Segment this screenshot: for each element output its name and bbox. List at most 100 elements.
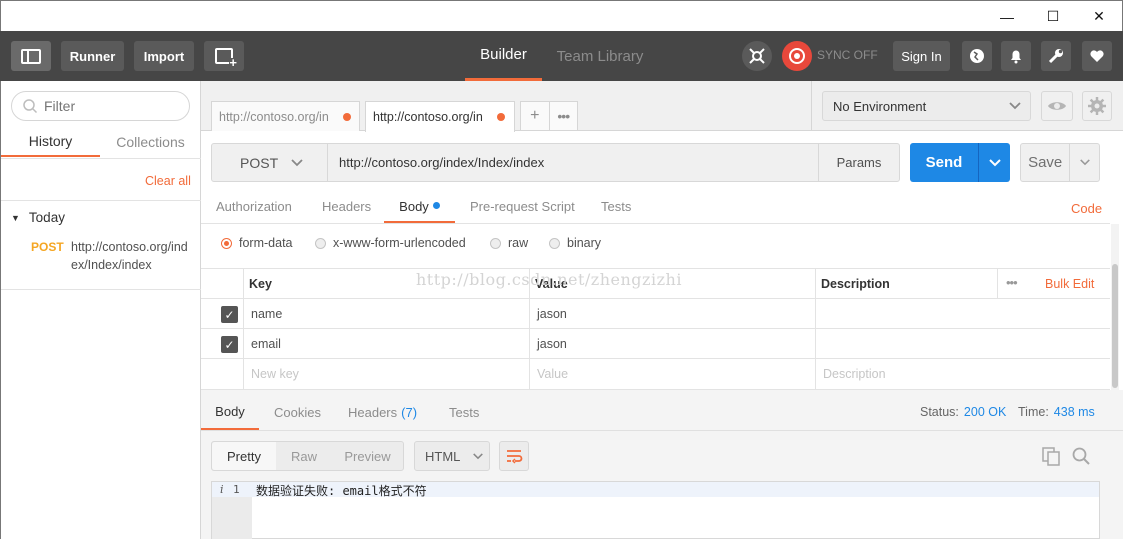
response-tab-headers[interactable]: Headers (7)	[348, 405, 417, 420]
table-row: ✓ name jason	[201, 299, 1110, 329]
tab-team-library[interactable]: Team Library	[552, 31, 648, 81]
send-button[interactable]: Send	[910, 143, 979, 182]
radio-unselected-icon	[549, 237, 560, 249]
response-tab-cookies[interactable]: Cookies	[274, 405, 321, 420]
time-value: 438 ms	[1053, 405, 1095, 419]
row-key[interactable]: name	[251, 307, 282, 321]
tab-pre-request-script[interactable]: Pre-request Script	[470, 199, 575, 214]
sync-icon	[789, 48, 805, 64]
row-value[interactable]: jason	[537, 337, 567, 351]
row-key[interactable]: email	[251, 337, 281, 351]
subtabs-divider	[201, 223, 1110, 224]
sign-in-button[interactable]: Sign In	[893, 41, 950, 71]
minimize-button[interactable]: —	[984, 1, 1030, 32]
new-key-input[interactable]: New key	[251, 367, 299, 381]
sync-status-button[interactable]	[782, 41, 812, 71]
row-enabled-checkbox[interactable]: ✓	[221, 336, 238, 353]
tab-headers[interactable]: Headers	[322, 199, 371, 214]
tab-tests[interactable]: Tests	[601, 199, 631, 214]
history-item[interactable]: POST http://contoso.org/index/Index/inde…	[1, 231, 201, 289]
request-tab-label: http://contoso.org/in	[373, 110, 483, 124]
code-link[interactable]: Code	[1071, 201, 1102, 216]
import-button[interactable]: Import	[134, 41, 194, 71]
globe-icon	[970, 49, 984, 63]
tab-builder[interactable]: Builder	[465, 31, 542, 81]
close-button[interactable]: ✕	[1076, 1, 1122, 32]
response-headers-count: (7)	[401, 405, 418, 420]
sidebar-divider	[1, 200, 201, 201]
maximize-button[interactable]: ☐	[1030, 1, 1076, 32]
view-mode-raw[interactable]: Raw	[276, 442, 332, 470]
search-response-button[interactable]	[1071, 446, 1091, 469]
row-value[interactable]: jason	[537, 307, 567, 321]
more-tabs-icon[interactable]: •••	[550, 102, 578, 130]
radio-raw[interactable]: raw	[490, 236, 528, 250]
tab-authorization[interactable]: Authorization	[216, 199, 292, 214]
environment-quick-look-button[interactable]	[1041, 91, 1073, 121]
method-select[interactable]: POST	[211, 143, 328, 182]
request-scrollbar[interactable]	[1111, 224, 1119, 390]
response-tab-body[interactable]: Body	[201, 395, 259, 430]
heart-icon	[1090, 50, 1104, 62]
tab-actions: + •••	[520, 101, 578, 131]
request-tab[interactable]: http://contoso.org/in	[211, 101, 360, 131]
sync-status-label: SYNC OFF	[817, 48, 878, 62]
bulk-edit-link[interactable]: Bulk Edit	[1045, 277, 1094, 291]
send-options-button[interactable]	[979, 143, 1010, 182]
notifications-button[interactable]	[1001, 41, 1031, 71]
more-options-icon[interactable]: •••	[1006, 275, 1018, 290]
save-options-button[interactable]	[1070, 144, 1099, 181]
format-select[interactable]: HTML	[414, 441, 490, 471]
gear-icon	[1088, 97, 1106, 115]
wrench-icon	[1048, 49, 1063, 64]
copy-button[interactable]	[1041, 446, 1061, 469]
params-button[interactable]: Params	[818, 143, 900, 182]
new-value-input[interactable]: Value	[537, 367, 568, 381]
sidebar-toggle-button[interactable]	[11, 41, 51, 71]
radio-x-www-form-urlencoded[interactable]: x-www-form-urlencoded	[315, 236, 466, 250]
view-mode-preview[interactable]: Preview	[332, 442, 403, 470]
environment-settings-button[interactable]	[1082, 91, 1112, 121]
new-tab-plus-icon[interactable]: +	[521, 102, 550, 130]
wrap-lines-button[interactable]	[499, 441, 529, 471]
url-input[interactable]: http://contoso.org/index/Index/index	[327, 143, 819, 182]
save-button-group: Save	[1020, 143, 1100, 182]
response-body-editor[interactable]: i 1 数据验证失败: email格式不符	[211, 481, 1100, 539]
tab-history[interactable]: History	[1, 127, 100, 157]
response-tab-headers-label: Headers	[348, 405, 398, 420]
history-group-today[interactable]: ▼ Today	[11, 210, 65, 225]
eye-icon	[1048, 102, 1066, 110]
tab-collections[interactable]: Collections	[100, 127, 201, 157]
send-button-group: Send	[910, 143, 1010, 182]
view-mode-pretty[interactable]: Pretty	[212, 442, 276, 470]
response-tab-tests[interactable]: Tests	[449, 405, 479, 420]
radio-form-data[interactable]: form-data	[221, 236, 293, 250]
tab-body[interactable]: Body	[384, 191, 455, 223]
interceptor-button[interactable]	[742, 41, 772, 71]
save-button[interactable]: Save	[1021, 144, 1071, 181]
window-titlebar: — ☐ ✕	[0, 0, 1123, 31]
new-window-button[interactable]: +	[204, 41, 244, 71]
chevron-down-icon	[988, 158, 1001, 166]
sidebar: History Collections Clear all ▼ Today PO…	[0, 81, 201, 539]
runner-button[interactable]: Runner	[61, 41, 124, 71]
chevron-down-icon	[1079, 159, 1090, 166]
search-icon	[1072, 447, 1090, 465]
environment-select[interactable]: No Environment	[822, 91, 1031, 121]
sidebar-divider	[1, 289, 201, 290]
watermark: http://blog.csdn.net/zhengzizhi	[416, 270, 682, 289]
filter-input[interactable]	[44, 98, 184, 114]
clear-all-link[interactable]: Clear all	[145, 174, 191, 188]
status-label: Status:	[920, 405, 959, 419]
heart-button[interactable]	[1082, 41, 1112, 71]
row-enabled-checkbox[interactable]: ✓	[221, 306, 238, 323]
globe-button[interactable]	[962, 41, 992, 71]
settings-button[interactable]	[1041, 41, 1071, 71]
radio-label: binary	[567, 236, 602, 250]
column-key-header: Key	[249, 277, 272, 291]
request-tab-active[interactable]: http://contoso.org/in	[365, 101, 515, 132]
radio-binary[interactable]: binary	[549, 236, 601, 250]
filter-field[interactable]	[11, 91, 190, 121]
new-description-input[interactable]: Description	[823, 367, 886, 381]
wrap-lines-icon	[507, 450, 523, 464]
